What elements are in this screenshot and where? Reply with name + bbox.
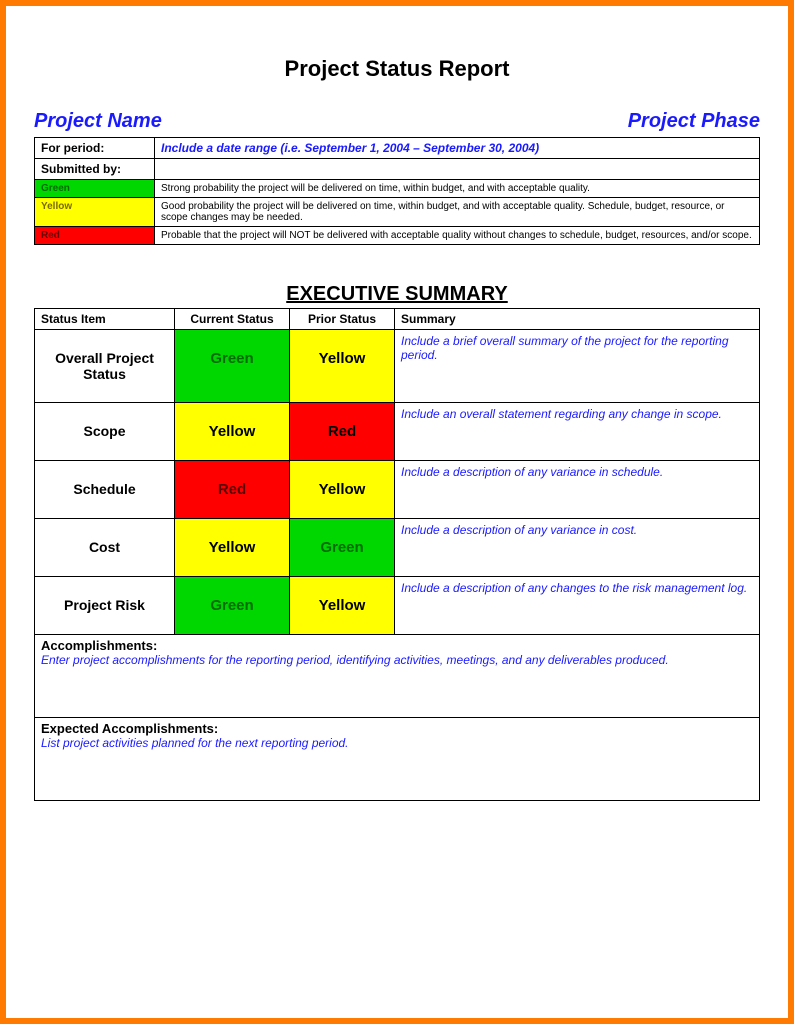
current-status-cell: Green [175, 330, 290, 403]
prior-status-cell: Yellow [290, 330, 395, 403]
summary-cell: Include a brief overall summary of the p… [395, 330, 760, 403]
project-header-row: Project Name Project Phase [34, 110, 760, 133]
current-status-cell: Yellow [175, 519, 290, 577]
current-status-cell: Green [175, 577, 290, 635]
accomplishments-row: Accomplishments: Enter project accomplis… [35, 635, 760, 718]
prior-status-cell: Yellow [290, 577, 395, 635]
table-row: Overall Project Status Green Yellow Incl… [35, 330, 760, 403]
executive-summary-title: EXECUTIVE SUMMARY [34, 283, 760, 306]
page-title: Project Status Report [34, 56, 760, 82]
summary-cell: Include an overall statement regarding a… [395, 403, 760, 461]
col-summary: Summary [395, 309, 760, 330]
legend-yellow-desc: Good probability the project will be del… [155, 198, 760, 227]
legend-red-tag: Red [35, 227, 155, 245]
legend-yellow-tag: Yellow [35, 198, 155, 227]
status-item-label: Project Risk [35, 577, 175, 635]
info-table: For period: Include a date range (i.e. S… [34, 137, 760, 245]
summary-cell: Include a description of any variance in… [395, 519, 760, 577]
prior-status-cell: Yellow [290, 461, 395, 519]
status-item-label: Scope [35, 403, 175, 461]
exec-rows: Overall Project Status Green Yellow Incl… [35, 330, 760, 801]
current-status-cell: Yellow [175, 403, 290, 461]
current-status-cell: Red [175, 461, 290, 519]
legend-red-desc: Probable that the project will NOT be de… [155, 227, 760, 245]
legend-green-tag: Green [35, 180, 155, 198]
table-row: Schedule Red Yellow Include a descriptio… [35, 461, 760, 519]
expected-accomplishments-row: Expected Accomplishments: List project a… [35, 718, 760, 801]
project-name-label: Project Name [34, 110, 162, 133]
col-status-item: Status Item [35, 309, 175, 330]
status-item-label: Schedule [35, 461, 175, 519]
for-period-label: For period: [35, 138, 155, 159]
status-item-label: Cost [35, 519, 175, 577]
submitted-by-value [155, 159, 760, 180]
col-prior-status: Prior Status [290, 309, 395, 330]
col-current-status: Current Status [175, 309, 290, 330]
table-row: Project Risk Green Yellow Include a desc… [35, 577, 760, 635]
expected-head: Expected Accomplishments: [41, 721, 753, 736]
project-phase-label: Project Phase [628, 110, 760, 133]
executive-summary-table: Status Item Current Status Prior Status … [34, 308, 760, 801]
summary-cell: Include a description of any variance in… [395, 461, 760, 519]
table-row: Cost Yellow Green Include a description … [35, 519, 760, 577]
accomplishments-head: Accomplishments: [41, 638, 753, 653]
status-item-label: Overall Project Status [35, 330, 175, 403]
for-period-value: Include a date range (i.e. September 1, … [155, 138, 760, 159]
legend-green-desc: Strong probability the project will be d… [155, 180, 760, 198]
summary-cell: Include a description of any changes to … [395, 577, 760, 635]
accomplishments-body: Enter project accomplishments for the re… [41, 653, 753, 667]
prior-status-cell: Green [290, 519, 395, 577]
submitted-by-label: Submitted by: [35, 159, 155, 180]
prior-status-cell: Red [290, 403, 395, 461]
table-row: Scope Yellow Red Include an overall stat… [35, 403, 760, 461]
expected-body: List project activities planned for the … [41, 736, 753, 750]
